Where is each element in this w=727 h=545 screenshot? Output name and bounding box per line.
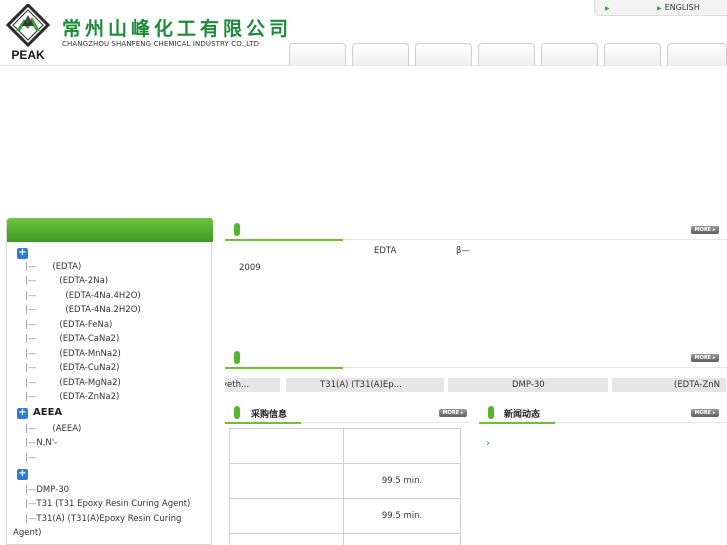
product-ticker: yeth... T31(A) (T31(A)Ep... DMP-30 (EDTA… (225, 377, 727, 394)
sidebar-item[interactable]: |— (EDTA-FeNa) (25, 320, 112, 330)
ticker-item[interactable]: yeth... (225, 377, 281, 393)
peak-logo[interactable]: PEAK (6, 4, 50, 62)
intro-text: β— (456, 246, 470, 256)
site-header: PEAK 常州山峰化工有限公司 CHANGZHOU SHANFENG CHEMI… (0, 0, 727, 66)
product-category-sidebar: + |— (EDTA) |— (EDTA-2Na) |— (EDTA-4Na.4H2O… (6, 218, 213, 545)
table-row (229, 428, 461, 464)
top-utility-bar: ▶ ▶ ENGLISH (594, 0, 727, 16)
intro-more-button[interactable]: MORE ▸ (691, 226, 719, 234)
expand-plus-icon[interactable]: + (17, 469, 28, 480)
table-cell (229, 498, 344, 534)
intro-year: 2009 (239, 263, 261, 273)
purchase-title: 采购信息 (251, 410, 288, 420)
arrow-right-icon: ▶ (605, 5, 610, 12)
table-row: 99.5 min. (229, 498, 461, 534)
purchase-section-bar: 采购信息 MORE ▸ (225, 403, 469, 423)
intro-section-bar: MORE ▸ (225, 222, 727, 240)
section-marker-icon (234, 406, 240, 419)
nav-tab-5[interactable] (541, 43, 598, 66)
sidebar-item[interactable]: |— (EDTA) (25, 262, 81, 272)
logo-text: PEAK (11, 48, 45, 62)
section-underline (225, 239, 343, 241)
table-row: 99.5 min. (229, 463, 461, 499)
nav-tab-3[interactable] (415, 43, 472, 66)
table-cell (343, 533, 461, 545)
sidebar-item[interactable]: |— (EDTA-CaNa2) (25, 334, 119, 344)
sidebar-item[interactable]: |— (EDTA-4Na.2H2O) (25, 305, 141, 315)
nav-tab-1[interactable] (289, 43, 346, 66)
table-cell: 99.5 min. (343, 498, 461, 534)
ticker-item[interactable]: DMP-30 (447, 377, 609, 393)
table-row (229, 533, 461, 545)
expand-plus-icon[interactable]: + (17, 248, 28, 259)
purchase-table: 99.5 min. 99.5 min. (229, 428, 461, 545)
products-section-bar: MORE ▸ (225, 350, 727, 368)
table-cell (343, 428, 461, 464)
nav-tab-4[interactable] (478, 43, 535, 66)
purchase-more-button[interactable]: MORE ▸ (439, 409, 467, 417)
table-cell (229, 533, 344, 545)
sidebar-item[interactable]: |—N,N'- (25, 438, 57, 448)
news-item[interactable]: › (486, 438, 490, 449)
company-name-cn: 常州山峰化工有限公司 (62, 18, 293, 40)
sidebar-item[interactable]: |— (EDTA-MnNa2) (25, 349, 121, 359)
sidebar-item[interactable]: |—T31(A) (T31(A)Epoxy Resin Curing (25, 514, 181, 524)
table-cell: 99.5 min. (343, 463, 461, 499)
english-link-label: ENGLISH (664, 3, 700, 12)
sidebar-item[interactable]: |—DMP-30 (25, 485, 69, 495)
news-section-bar: 新闻动态 MORE ▸ (479, 403, 727, 423)
sidebar-header (7, 218, 213, 242)
intro-text: EDTA (374, 246, 397, 256)
section-underline (225, 422, 301, 424)
top-link-home[interactable]: ▶ (605, 3, 613, 12)
arrow-right-icon: ▶ (657, 5, 662, 12)
section-underline (479, 422, 555, 424)
sidebar-item[interactable]: |— (AEEA) (25, 424, 81, 434)
news-more-button[interactable]: MORE ▸ (691, 409, 719, 417)
sidebar-item[interactable]: |— (EDTA-ZnNa2) (25, 392, 119, 402)
table-cell (229, 428, 344, 464)
sidebar-item[interactable]: |— (EDTA-4Na.4H2O) (25, 291, 141, 301)
section-underline (225, 367, 343, 369)
category-title[interactable]: AEEA (33, 407, 62, 418)
company-name-en: CHANGZHOU SHANFENG CHEMICAL INDUSTRY CO.… (62, 40, 260, 48)
products-more-button[interactable]: MORE ▸ (691, 354, 719, 362)
sidebar-item[interactable]: |— (EDTA-MgNa2) (25, 378, 121, 388)
ticker-item[interactable]: (EDTA-ZnN (611, 377, 727, 393)
nav-tab-6[interactable] (604, 43, 661, 66)
table-cell (229, 463, 344, 499)
section-marker-icon (234, 351, 240, 364)
sidebar-item[interactable]: |— (25, 453, 40, 463)
ticker-item[interactable]: T31(A) (T31(A)Ep... (285, 377, 445, 393)
sidebar-item-continued[interactable]: Agent) (13, 528, 41, 538)
expand-plus-icon[interactable]: + (17, 408, 28, 419)
sidebar-item[interactable]: |— (EDTA-2Na) (25, 276, 108, 286)
sidebar-item[interactable]: |—T31 (T31 Epoxy Resin Curing Agent) (25, 499, 190, 509)
section-marker-icon (234, 223, 240, 236)
nav-tab-2[interactable] (352, 43, 409, 66)
section-marker-icon (488, 406, 494, 419)
top-link-english[interactable]: ▶ ENGLISH (657, 3, 700, 12)
sidebar-item[interactable]: |— (EDTA-CuNa2) (25, 363, 119, 373)
nav-tab-7[interactable] (667, 43, 727, 66)
news-title: 新闻动态 (504, 410, 541, 420)
